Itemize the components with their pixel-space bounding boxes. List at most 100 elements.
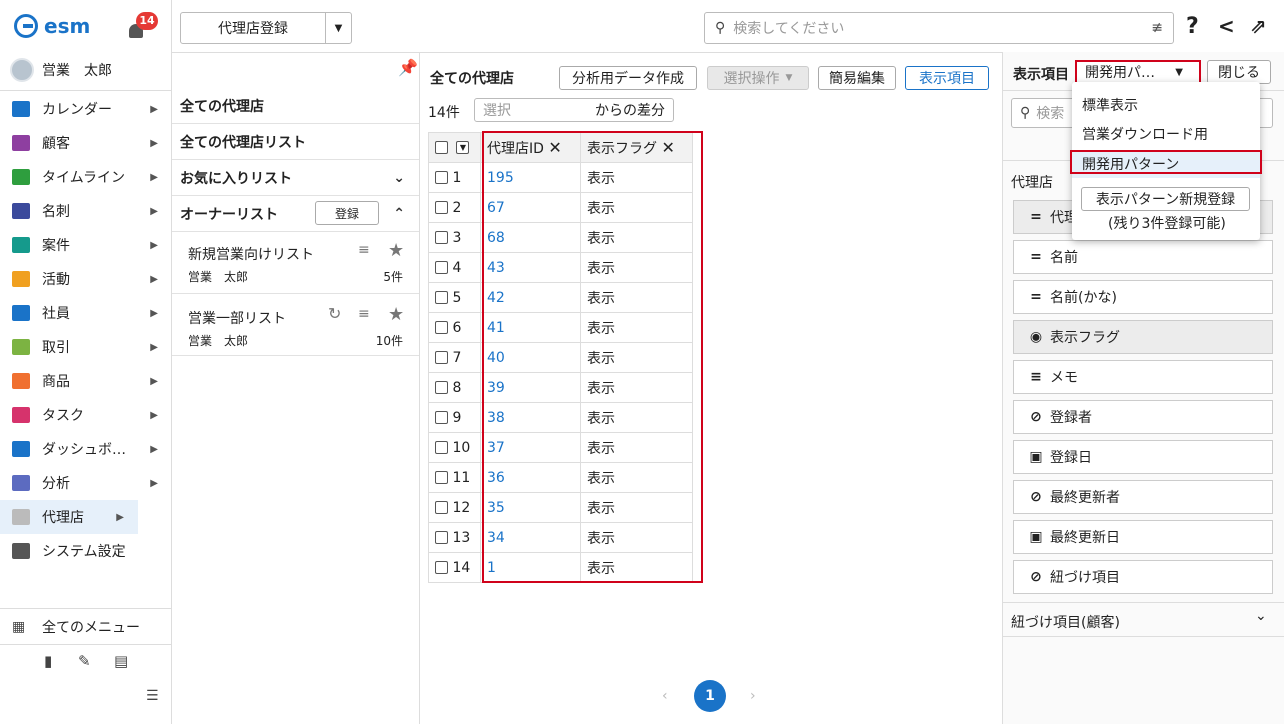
nav-item[interactable]: 取引 ▶ [0, 330, 172, 364]
field-label: 最終更新日 [1050, 530, 1120, 546]
film-icon[interactable]: ▤ [114, 652, 128, 670]
row-checkbox[interactable] [435, 501, 448, 514]
field-type-icon: ▣ [1029, 529, 1043, 545]
user-profile[interactable]: 営業 太郎 [10, 58, 112, 82]
pattern-option-sales-download[interactable]: 営業ダウンロード用 [1072, 120, 1260, 148]
field-type-icon: ⊘ [1030, 409, 1042, 425]
nav-item[interactable]: ダッシュボ… ▶ [0, 432, 172, 466]
chevron-down-icon[interactable]: ⌄ [1255, 608, 1267, 624]
analysis-data-button[interactable]: 分析用データ作成 [559, 66, 697, 90]
edit-list-icon[interactable]: ≡ [358, 242, 370, 258]
pattern-select[interactable]: 開発用パ… ▼ [1075, 60, 1201, 84]
page-1-button[interactable]: 1 [694, 680, 726, 712]
field-item[interactable]: = 名前(かな) [1013, 280, 1273, 314]
field-item[interactable]: ▣ 最終更新日 [1013, 520, 1273, 554]
row-checkbox[interactable] [435, 381, 448, 394]
bookmark-icon[interactable]: ▮ [44, 652, 52, 670]
next-page-icon[interactable]: › [750, 688, 756, 704]
row-checkbox[interactable] [435, 351, 448, 364]
nav-item[interactable]: 代理店 ▶ [0, 500, 138, 534]
list-owner[interactable]: オーナーリスト 登録 ⌃ [172, 196, 419, 232]
field-item[interactable]: ≡ メモ [1013, 360, 1273, 394]
field-item[interactable]: ▣ 登録日 [1013, 440, 1273, 474]
select-all-checkbox[interactable] [435, 141, 448, 154]
select-operation-button[interactable]: 選択操作 ▼ [707, 66, 809, 90]
row-checkbox[interactable] [435, 441, 448, 454]
field-item[interactable]: ⊘ 最終更新者 [1013, 480, 1273, 514]
nav-item[interactable]: 商品 ▶ [0, 364, 172, 398]
main-content: 全ての代理店 分析用データ作成 選択操作 ▼ 簡易編集 表示項目 14件 選択 か… [420, 52, 1002, 724]
field-item[interactable]: ◉ 表示フラグ [1013, 320, 1273, 354]
chevron-down-icon[interactable]: ⌄ [393, 170, 405, 186]
list-card[interactable]: 営業一部リスト ↻ ≡ ★ 営業 太郎 10件 [172, 294, 419, 356]
row-checkbox[interactable] [435, 261, 448, 274]
owner-list-register-button[interactable]: 登録 [315, 201, 379, 225]
nav-item[interactable]: 案件 ▶ [0, 228, 172, 262]
open-external-icon[interactable]: ⇗ [1250, 14, 1267, 38]
nav-item-label: 商品 [42, 374, 70, 390]
wrench-icon[interactable]: ✎ [78, 652, 91, 670]
field-label: 表示フラグ [1050, 330, 1120, 346]
field-label: 登録日 [1050, 450, 1092, 466]
nav-item[interactable]: タスク ▶ [0, 398, 172, 432]
row-checkbox[interactable] [435, 291, 448, 304]
all-menu-button[interactable]: ▦ 全てのメニュー [0, 610, 172, 644]
star-icon[interactable]: ★ [388, 240, 404, 261]
divider [0, 608, 171, 609]
list-all-agency-lists[interactable]: 全ての代理店リスト [172, 124, 419, 160]
list-card[interactable]: 新規営業向けリスト ≡ ★ 営業 太郎 5件 [172, 232, 419, 294]
esm-logo[interactable]: esm [14, 12, 90, 40]
refresh-icon[interactable]: ↻ [328, 304, 341, 323]
list-panel: 📌 全ての代理店 全ての代理店リスト お気に入りリスト ⌄ オーナーリスト 登録 … [172, 52, 420, 724]
edit-list-icon[interactable]: ≡ [358, 306, 370, 322]
section-header-agency[interactable]: 代理店 [1011, 172, 1053, 192]
quick-edit-button[interactable]: 簡易編集 [818, 66, 896, 90]
nav-item[interactable]: 名刺 ▶ [0, 194, 172, 228]
pin-icon[interactable]: 📌 [398, 58, 418, 77]
row-checkbox[interactable] [435, 321, 448, 334]
row-checkbox[interactable] [435, 531, 448, 544]
nav-item[interactable]: タイムライン ▶ [0, 160, 172, 194]
nav-item[interactable]: システム設定 [0, 534, 172, 568]
diff-select[interactable]: 選択 からの差分 [474, 98, 674, 122]
close-panel-button[interactable]: 閉じる [1207, 60, 1271, 84]
nav-item[interactable]: 活動 ▶ [0, 262, 172, 296]
star-icon[interactable]: ★ [388, 304, 404, 325]
row-checkbox[interactable] [435, 231, 448, 244]
display-items-button[interactable]: 表示項目 [905, 66, 989, 90]
row-checkbox[interactable] [435, 171, 448, 184]
owner-list-label: オーナーリスト [180, 206, 278, 223]
chevron-right-icon: ▶ [150, 477, 158, 489]
nav-item[interactable]: 社員 ▶ [0, 296, 172, 330]
list-all-agencies[interactable]: 全ての代理店 [172, 88, 419, 124]
row-checkbox[interactable] [435, 561, 448, 574]
chevron-down-icon[interactable]: ▼ [456, 141, 470, 154]
pattern-option-standard[interactable]: 標準表示 [1072, 91, 1260, 119]
prev-page-icon[interactable]: ‹ [662, 688, 668, 704]
section-header-linked[interactable]: 紐づけ項目(顧客) [1011, 612, 1120, 632]
nav-item[interactable]: カレンダー ▶ [0, 92, 172, 126]
list-favorites[interactable]: お気に入りリスト ⌄ [172, 160, 419, 196]
divider [0, 644, 171, 645]
nav-item[interactable]: 顧客 ▶ [0, 126, 172, 160]
filter-icon[interactable]: ≢ [1151, 20, 1163, 36]
help-icon[interactable]: ? [1186, 14, 1199, 39]
row-select-cell: 10 [428, 432, 481, 463]
global-search-input[interactable]: ⚲ 検索してください ≢ [704, 12, 1174, 44]
collapse-nav-icon[interactable]: ☰ [146, 688, 159, 704]
register-agency-button[interactable]: 代理店登録 ▼ [180, 12, 352, 44]
chevron-up-icon[interactable]: ⌃ [393, 206, 405, 222]
select-operation-label: 選択操作 [723, 71, 780, 87]
nav-item[interactable]: 分析 ▶ [0, 466, 172, 500]
field-item[interactable]: ⊘ 登録者 [1013, 400, 1273, 434]
row-checkbox[interactable] [435, 201, 448, 214]
row-checkbox[interactable] [435, 471, 448, 484]
avatar [10, 58, 34, 82]
chevron-down-icon[interactable]: ▼ [325, 13, 351, 43]
row-checkbox[interactable] [435, 411, 448, 424]
field-item[interactable]: ⊘ 紐づけ項目 [1013, 560, 1273, 594]
favorites-label: お気に入りリスト [180, 170, 292, 187]
field-item[interactable]: = 名前 [1013, 240, 1273, 274]
new-pattern-button[interactable]: 表示パターン新規登録 [1081, 187, 1250, 211]
share-icon[interactable]: < [1218, 14, 1235, 38]
